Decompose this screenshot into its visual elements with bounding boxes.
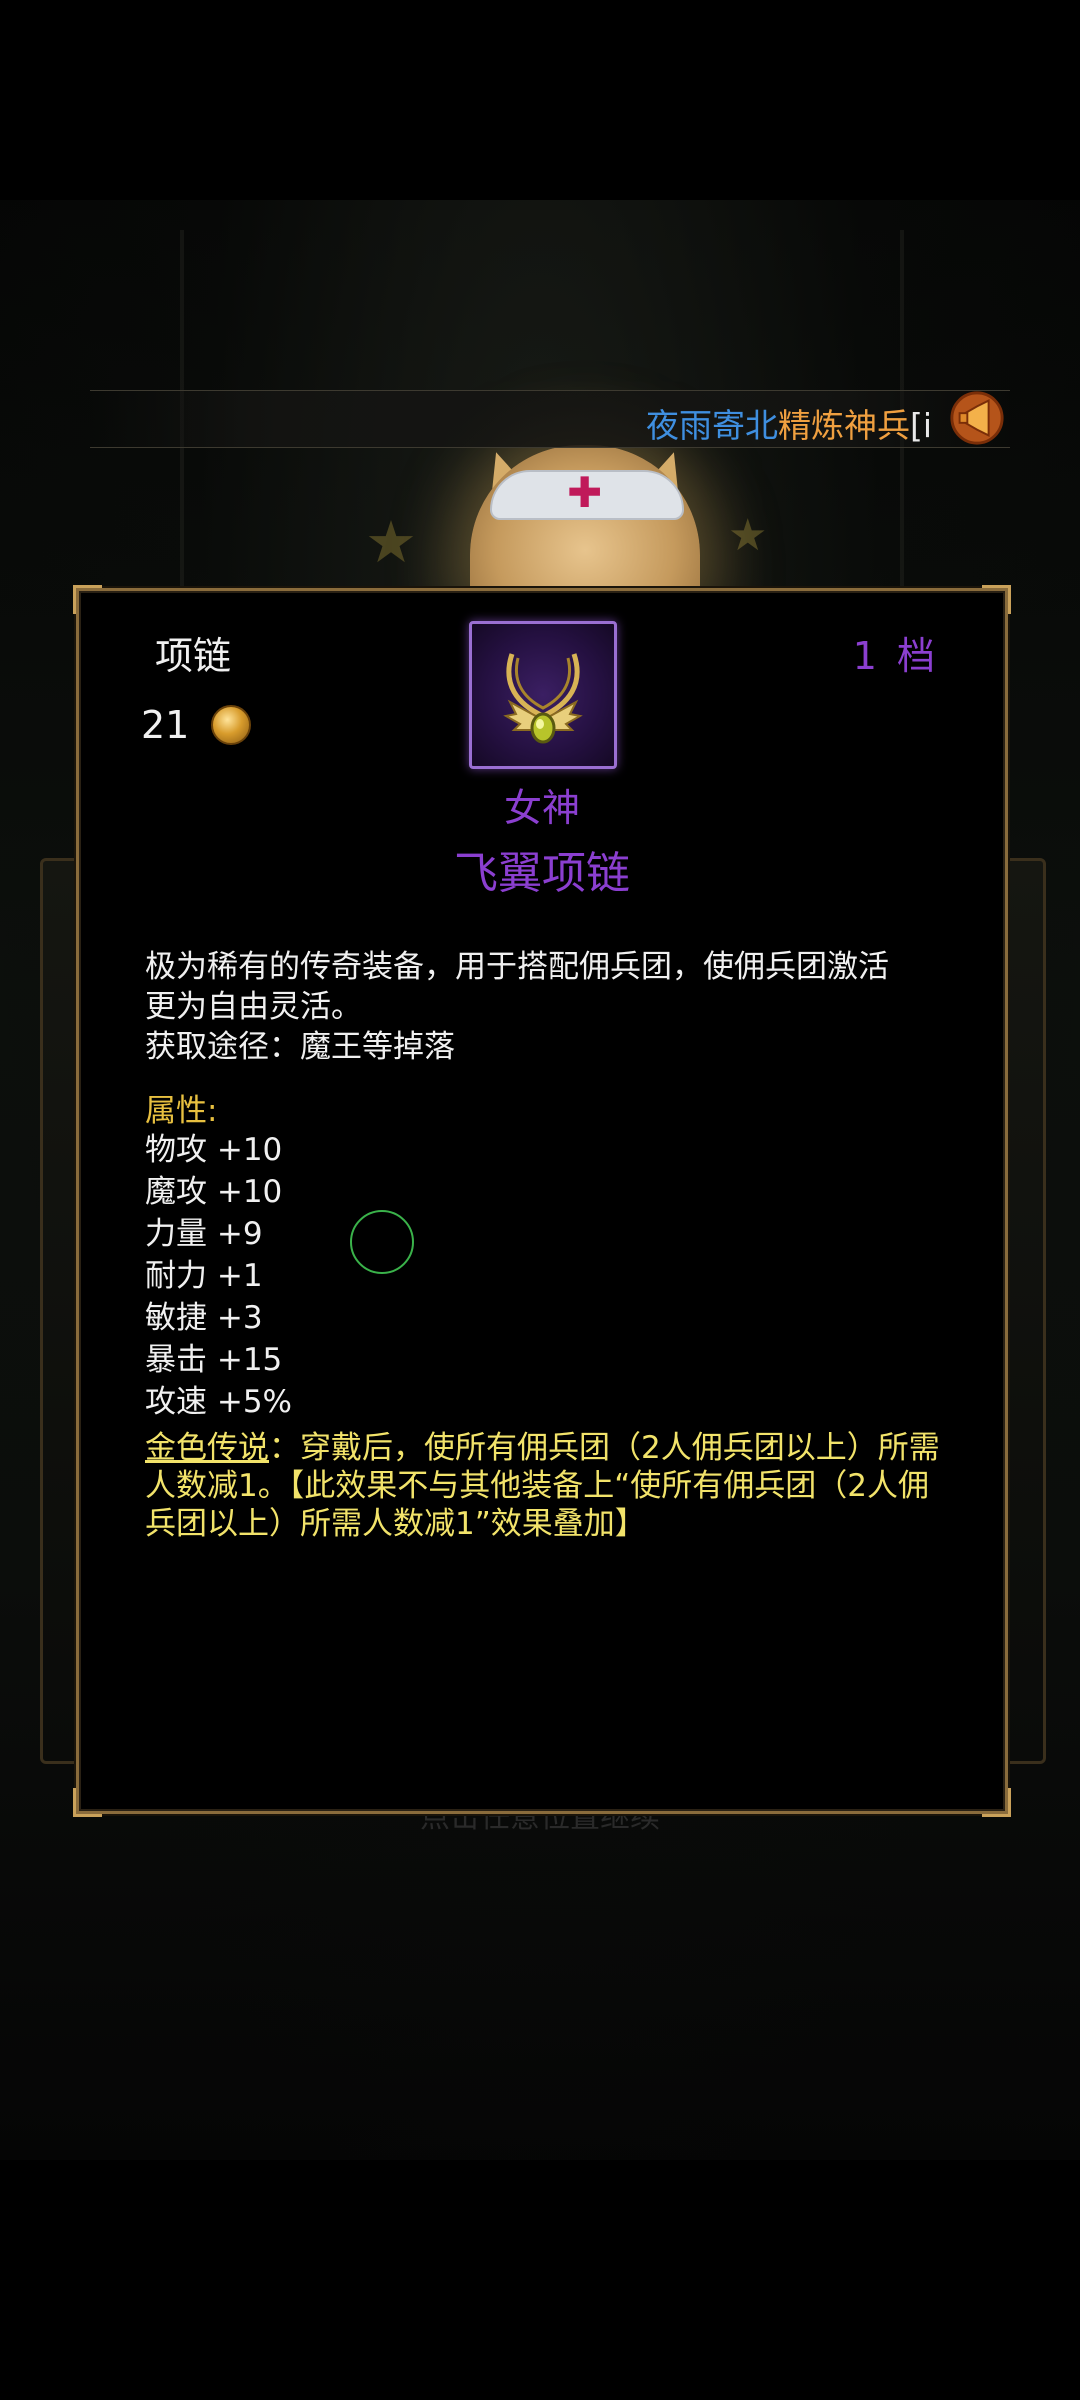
- notice-message: 精炼神兵: [777, 406, 910, 445]
- legendary-effect: 金色传说：穿戴后，使所有佣兵团（2人佣兵团以上）所需人数减1。【此效果不与其他装…: [145, 1429, 945, 1543]
- gold-coin-icon: [211, 705, 252, 745]
- star-icon: ★: [365, 508, 417, 576]
- megaphone-icon: [950, 391, 1004, 445]
- tier-number: 1: [852, 634, 877, 678]
- star-icon: ★: [728, 510, 768, 561]
- item-icon-frame: [469, 621, 617, 769]
- red-cross-icon: ✚: [567, 468, 603, 517]
- broadcast-message: 夜雨寄北精炼神兵[i: [646, 399, 932, 447]
- player-name: 夜雨寄北: [645, 406, 778, 445]
- item-description: 极为稀有的传奇装备，用于搭配佣兵团，使佣兵团激活 更为自由灵活。 获取途径：魔王…: [145, 947, 945, 1067]
- panel-corner: [982, 585, 1011, 614]
- item-tier: 1档: [853, 625, 935, 680]
- panel-corner: [73, 585, 102, 614]
- tier-unit: 档: [896, 634, 935, 678]
- item-type-label: 项链: [155, 634, 232, 678]
- description-line: 极为稀有的传奇装备，用于搭配佣兵团，使佣兵团激活: [145, 949, 889, 985]
- panel-corner: [982, 1788, 1011, 1817]
- attribute-item: 暴击 +15: [145, 1342, 283, 1378]
- panel-corner: [73, 1788, 102, 1817]
- winged-necklace-icon: [503, 653, 583, 744]
- item-name: 飞翼项链: [454, 848, 630, 899]
- attribute-item: 攻速 +5%: [145, 1384, 293, 1420]
- attributes-list: 物攻 +10 魔攻 +10 力量 +9 耐力 +1 敏捷 +3 暴击 +15 攻…: [145, 1129, 292, 1423]
- attribute-item: 魔攻 +10: [145, 1174, 283, 1210]
- item-name-prefix: 女神: [503, 786, 580, 830]
- attribute-item: 物攻 +10: [145, 1132, 283, 1168]
- attribute-item: 敏捷 +3: [145, 1300, 263, 1336]
- price-value: 21: [141, 703, 190, 747]
- description-line: 更为自由灵活。: [145, 989, 362, 1025]
- attribute-item: 力量 +9: [145, 1216, 263, 1252]
- item-detail-panel[interactable]: 项链 21 1档 女神 飞翼项链 极为稀有的传奇装备，用于搭配佣兵团，使佣兵团激…: [73, 585, 1011, 1817]
- touch-indicator: [350, 1210, 414, 1274]
- attributes-title: 属性:: [145, 1093, 218, 1129]
- notice-bracket: [i: [909, 406, 932, 445]
- attribute-item: 耐力 +1: [145, 1258, 263, 1294]
- broadcast-notice-bar[interactable]: 夜雨寄北精炼神兵[i: [90, 390, 1010, 448]
- item-price: 21: [141, 703, 252, 747]
- legendary-label: 金色传说: [145, 1430, 269, 1466]
- item-source: 获取途径：魔王等掉落: [145, 1029, 455, 1065]
